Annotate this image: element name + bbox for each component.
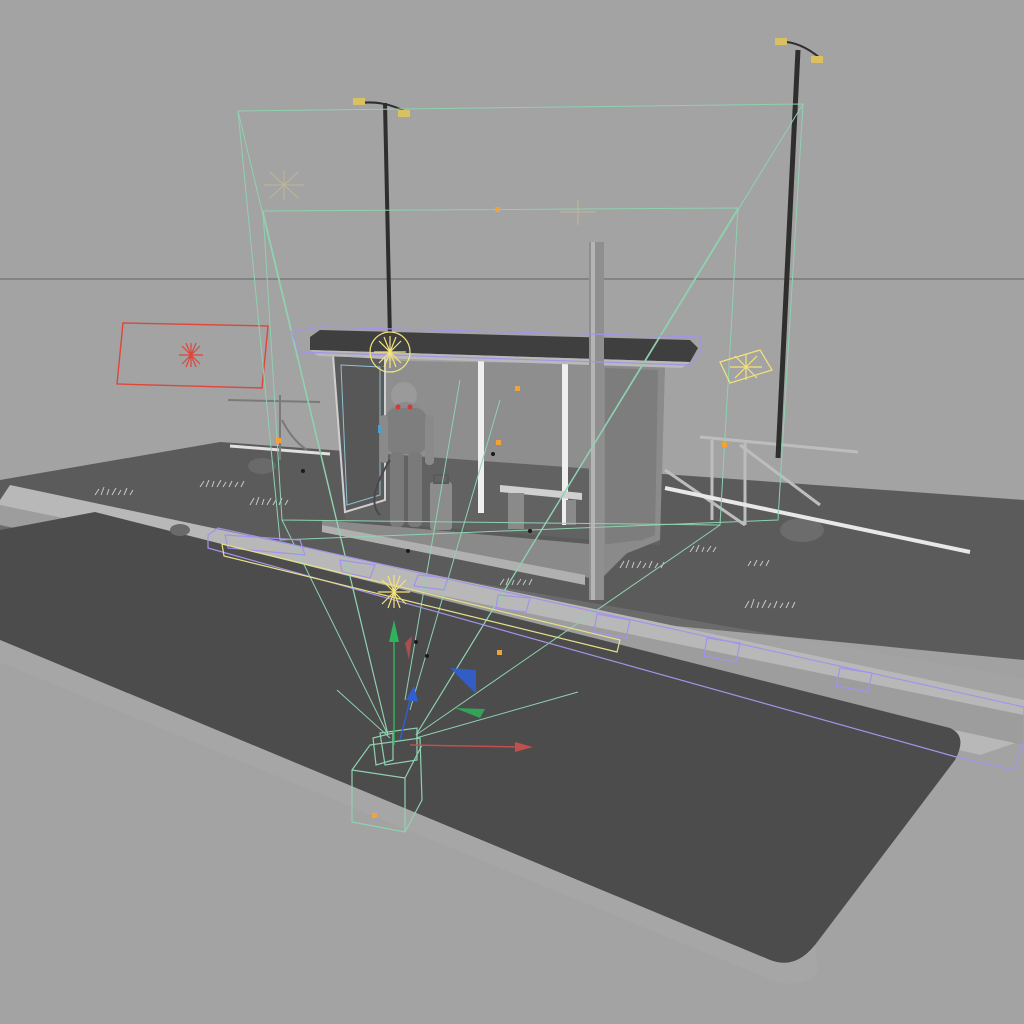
street-lamp-right[interactable] <box>775 38 823 459</box>
3d-viewport[interactable] <box>0 0 1024 1024</box>
area-light[interactable] <box>116 322 269 389</box>
light-gizmo-faint <box>264 170 596 225</box>
light-gizmo-right[interactable] <box>719 349 773 384</box>
shelter-pole[interactable] <box>589 242 604 600</box>
point-light[interactable] <box>369 331 411 373</box>
scene-canvas[interactable] <box>0 0 1024 1024</box>
street-lamp-left[interactable] <box>353 98 410 341</box>
